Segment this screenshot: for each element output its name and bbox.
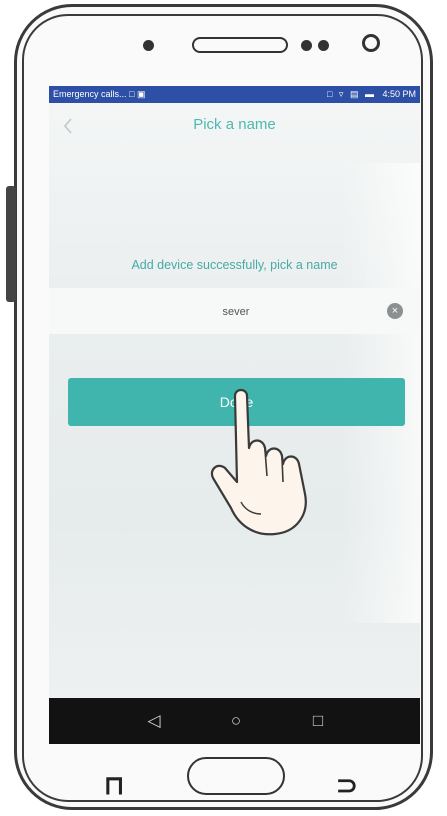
status-time: 4:50 PM xyxy=(382,89,416,99)
volume-button xyxy=(6,186,16,302)
notification-text: Emergency calls... xyxy=(53,89,127,99)
front-camera xyxy=(362,34,380,52)
front-sensor-2 xyxy=(301,40,312,51)
pointing-hand-icon xyxy=(210,388,307,536)
close-icon: × xyxy=(391,305,399,317)
device-name-field: × xyxy=(49,288,420,334)
nav-home-button[interactable]: ○ xyxy=(223,708,249,734)
home-key xyxy=(187,757,285,795)
back-key: ⊃ xyxy=(336,770,358,800)
app-header: Pick a name xyxy=(49,103,420,147)
earpiece-speaker xyxy=(192,37,288,53)
clear-input-button[interactable]: × xyxy=(387,303,403,319)
status-bar: Emergency calls... □ ▣ □ ▿ ▤ ▬ 4:50 PM xyxy=(49,86,420,103)
status-left: Emergency calls... □ ▣ xyxy=(53,89,146,100)
android-navigation-bar: ◁ ○ □ xyxy=(49,698,420,744)
notification-icons: □ ▣ xyxy=(129,89,146,99)
device-name-input[interactable] xyxy=(119,296,353,328)
success-prompt: Add device successfully, pick a name xyxy=(131,258,338,272)
nav-recents-button[interactable]: □ xyxy=(305,708,331,734)
system-icons: □ ▿ ▤ ▬ xyxy=(326,89,376,99)
nav-back-button[interactable]: ◁ xyxy=(141,708,167,734)
recent-apps-key: ⊓ xyxy=(104,770,125,800)
status-right: □ ▿ ▤ ▬ 4:50 PM xyxy=(327,89,416,100)
front-sensor xyxy=(143,40,154,51)
page-title: Pick a name xyxy=(193,116,276,133)
front-sensor-3 xyxy=(318,40,329,51)
